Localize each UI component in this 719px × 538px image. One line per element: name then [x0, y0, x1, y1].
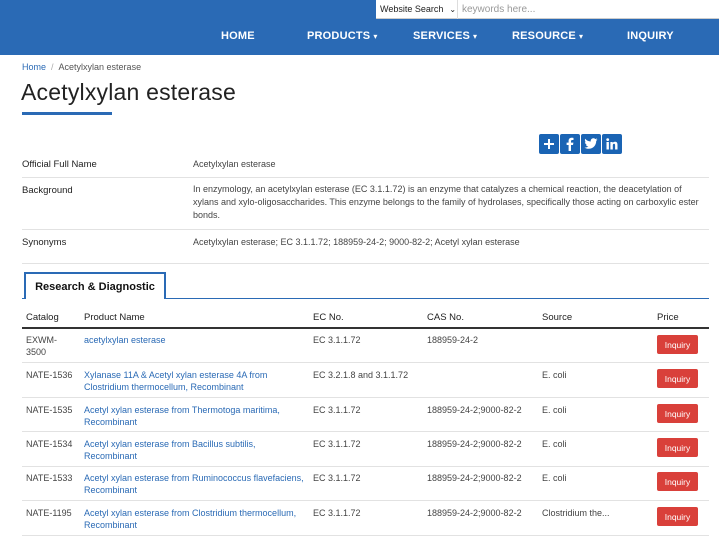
- inquiry-button[interactable]: Inquiry: [657, 438, 698, 457]
- column-header-catalog[interactable]: Catalog: [26, 312, 59, 323]
- catalog-cell: NATE-1536: [26, 370, 73, 380]
- info-label: Synonyms: [22, 237, 67, 248]
- nav-inquiry-label: INQUIRY: [627, 30, 674, 42]
- product-name-link[interactable]: Acetyl xylan esterase from Clostridium t…: [84, 507, 304, 531]
- nav-products-label: PRODUCTS: [307, 30, 371, 42]
- search-scope-select[interactable]: Website Search ⌄: [376, 0, 458, 19]
- linkedin-icon[interactable]: [602, 134, 622, 154]
- cas-cell: 188959-24-2;9000-82-2: [427, 508, 522, 518]
- product-name-link[interactable]: Xylanase 11A & Acetyl xylan esterase 4A …: [84, 369, 304, 393]
- source-cell: E. coli: [542, 370, 567, 380]
- table-row: NATE-1533 Acetyl xylan esterase from Rum…: [22, 467, 709, 501]
- nav-home[interactable]: HOME: [221, 30, 255, 42]
- catalog-cell: EXWM-3500: [26, 335, 57, 357]
- caret-down-icon: ▾: [473, 32, 478, 41]
- info-value: Acetylxylan esterase; EC 3.1.1.72; 18895…: [193, 237, 520, 247]
- search-bar: Website Search ⌄: [376, 0, 719, 19]
- source-cell: E. coli: [542, 405, 567, 415]
- title-underline: [22, 112, 112, 115]
- inquiry-button[interactable]: Inquiry: [657, 335, 698, 354]
- nav-home-label: HOME: [221, 30, 255, 42]
- twitter-icon[interactable]: [581, 134, 601, 154]
- table-row: NATE-1535 Acetyl xylan esterase from The…: [22, 398, 709, 432]
- catalog-cell: NATE-1535: [26, 405, 73, 415]
- catalog-cell: NATE-1534: [26, 439, 73, 449]
- cas-cell: 188959-24-2;9000-82-2: [427, 473, 522, 483]
- caret-down-icon: ▾: [373, 32, 378, 41]
- share-buttons: [539, 134, 622, 154]
- info-row-synonyms: Synonyms Acetylxylan esterase; EC 3.1.1.…: [22, 230, 709, 264]
- chevron-down-icon: ⌄: [449, 4, 457, 14]
- column-header-source[interactable]: Source: [542, 312, 572, 323]
- nav-resource[interactable]: RESOURCE ▾: [512, 30, 583, 42]
- source-cell: E. coli: [542, 473, 567, 483]
- info-row-full-name: Official Full Name Acetylxylan esterase: [22, 155, 709, 178]
- info-value: Acetylxylan esterase: [193, 159, 276, 169]
- facebook-icon[interactable]: [560, 134, 580, 154]
- inquiry-button[interactable]: Inquiry: [657, 404, 698, 423]
- ec-cell: EC 3.1.1.72: [313, 405, 361, 415]
- tab-label: Research & Diagnostic: [35, 280, 155, 293]
- breadcrumb: Home / Acetylxylan esterase: [22, 62, 141, 72]
- breadcrumb-home-link[interactable]: Home: [22, 62, 46, 72]
- ec-cell: EC 3.1.1.72: [313, 508, 361, 518]
- cas-cell: 188959-24-2;9000-82-2: [427, 405, 522, 415]
- table-row: NATE-1195 Acetyl xylan esterase from Clo…: [22, 501, 709, 536]
- product-name-link[interactable]: acetylxylan esterase: [84, 334, 304, 346]
- info-label: Background: [22, 185, 73, 196]
- breadcrumb-separator: /: [51, 62, 54, 72]
- ec-cell: EC 3.1.1.72: [313, 335, 361, 345]
- column-header-price[interactable]: Price: [657, 312, 679, 323]
- inquiry-button[interactable]: Inquiry: [657, 472, 698, 491]
- nav-resource-label: RESOURCE: [512, 30, 576, 42]
- nav-products[interactable]: PRODUCTS ▾: [307, 30, 378, 42]
- nav-services-label: SERVICES: [413, 30, 471, 42]
- ec-cell: EC 3.2.1.8 and 3.1.1.72: [313, 370, 409, 380]
- search-scope-label: Website Search: [380, 4, 444, 14]
- info-row-background: Background In enzymology, an acetylxylan…: [22, 178, 709, 230]
- source-cell: E. coli: [542, 439, 567, 449]
- table-row: NATE-1536 Xylanase 11A & Acetyl xylan es…: [22, 363, 709, 398]
- inquiry-button[interactable]: Inquiry: [657, 369, 698, 388]
- cas-cell: 188959-24-2;9000-82-2: [427, 439, 522, 449]
- caret-down-icon: ▾: [578, 32, 584, 41]
- product-name-link[interactable]: Acetyl xylan esterase from Bacillus subt…: [84, 438, 304, 462]
- catalog-cell: NATE-1195: [26, 508, 72, 518]
- product-name-link[interactable]: Acetyl xylan esterase from Thermotoga ma…: [84, 404, 304, 428]
- nav-inquiry[interactable]: INQUIRY: [627, 30, 674, 42]
- search-input[interactable]: [458, 0, 719, 18]
- column-header-cas-no[interactable]: CAS No.: [427, 312, 464, 323]
- column-header-ec-no[interactable]: EC No.: [313, 312, 344, 323]
- nav-services[interactable]: SERVICES ▾: [413, 30, 477, 42]
- table-row: NATE-1534 Acetyl xylan esterase from Bac…: [22, 432, 709, 467]
- page-title: Acetylxylan esterase: [21, 79, 236, 105]
- table-row: EXWM-3500 acetylxylan esterase EC 3.1.1.…: [22, 329, 709, 363]
- plus-icon[interactable]: [539, 134, 559, 154]
- ec-cell: EC 3.1.1.72: [313, 473, 361, 483]
- info-label: Official Full Name: [22, 159, 97, 170]
- main-nav: HOME PRODUCTS ▾ SERVICES ▾ RESOURCE ▾ INQUI…: [0, 30, 719, 46]
- ec-cell: EC 3.1.1.72: [313, 439, 361, 449]
- tab-active-cover: [26, 297, 164, 300]
- inquiry-button[interactable]: Inquiry: [657, 507, 698, 526]
- source-cell: Clostridium the...: [542, 508, 610, 518]
- cas-cell: 188959-24-2: [427, 335, 479, 345]
- breadcrumb-current: Acetylxylan esterase: [58, 62, 142, 72]
- column-header-product-name[interactable]: Product Name: [84, 312, 145, 323]
- catalog-cell: NATE-1533: [26, 473, 73, 483]
- tab-research-diagnostic[interactable]: Research & Diagnostic: [24, 272, 166, 299]
- site-header: Website Search ⌄ HOME PRODUCTS▾ SERVICES…: [0, 0, 719, 55]
- product-name-link[interactable]: Acetyl xylan esterase from Ruminococcus …: [84, 472, 304, 496]
- info-value: In enzymology, an acetylxylan esterase (…: [193, 184, 699, 220]
